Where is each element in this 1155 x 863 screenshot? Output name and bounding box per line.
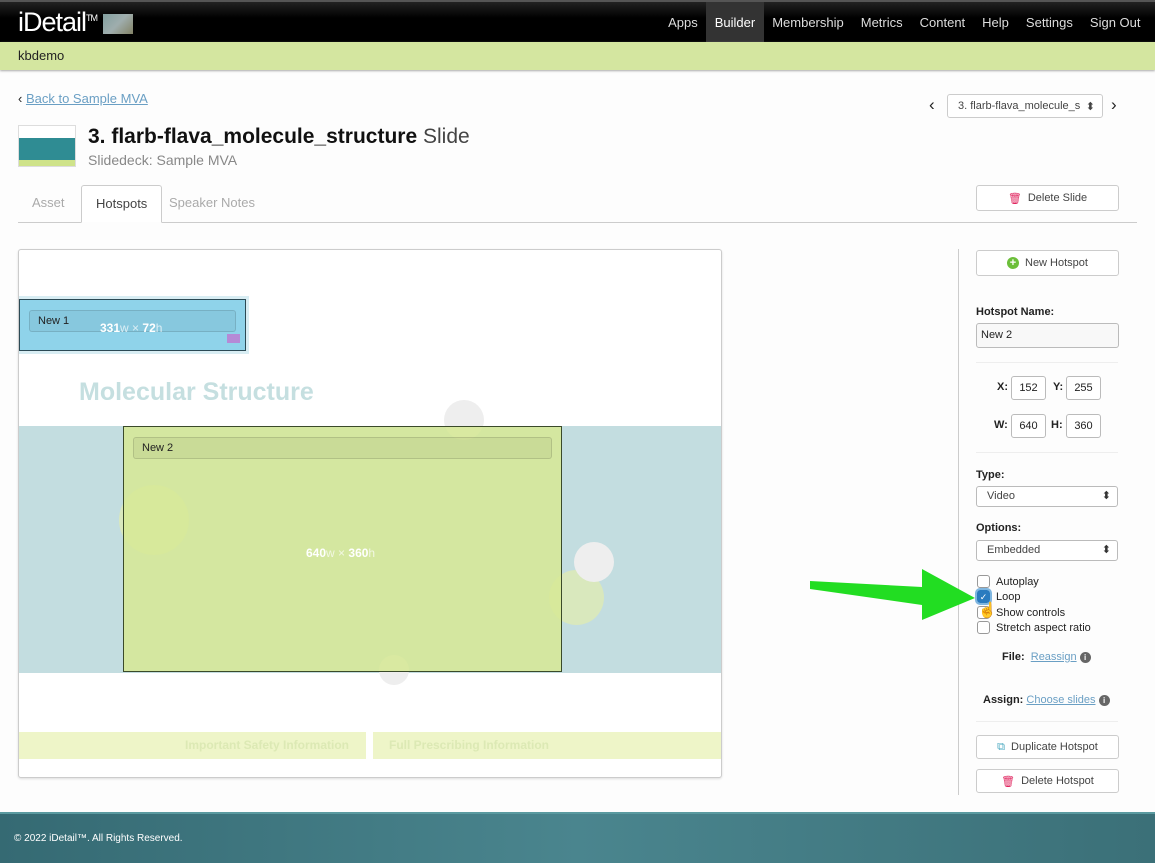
h-input[interactable]: 360: [1066, 414, 1101, 438]
delete-hotspot-button[interactable]: 🗑 Delete Hotspot: [976, 769, 1119, 793]
dim-w-unit: w: [120, 321, 129, 335]
prev-slide-button[interactable]: ‹: [929, 95, 935, 115]
logo[interactable]: iDetailTM: [18, 7, 98, 38]
select-arrows-icon: ⬍: [1085, 100, 1095, 113]
back-link[interactable]: ‹ Back to Sample MVA: [18, 91, 148, 106]
hotspot-label[interactable]: New 2: [133, 437, 552, 459]
file-label: File:: [1002, 651, 1025, 663]
copyright: © 2022 iDetail™. All Rights Reserved.: [14, 833, 183, 844]
plus-circle-icon: +: [1007, 257, 1019, 269]
account-name: kbdemo: [18, 48, 65, 63]
dim-h: 360: [348, 546, 369, 560]
file-row: File: Reassign i: [1002, 651, 1091, 663]
reassign-link[interactable]: Reassign: [1031, 651, 1077, 663]
stretch-aspect-label: Stretch aspect ratio: [996, 622, 1091, 634]
separator: [976, 721, 1118, 722]
nav-metrics[interactable]: Metrics: [852, 2, 911, 44]
choose-slides-link[interactable]: Choose slides: [1026, 694, 1095, 706]
title-suffix: Slide: [422, 125, 470, 148]
options-select[interactable]: Embedded: [976, 540, 1118, 561]
top-navbar: iDetailTM Apps Builder Membership Metric…: [0, 0, 1155, 44]
slide-name: 3. flarb-flava_molecule_structure: [88, 125, 418, 148]
molecule-atom: [574, 542, 614, 582]
footer: © 2022 iDetail™. All Rights Reserved.: [0, 812, 1155, 863]
slide-heading: Molecular Structure: [79, 378, 314, 406]
nav-menu: Apps Builder Membership Metrics Content …: [660, 2, 1155, 44]
green-arrow-annotation-icon: [810, 569, 975, 620]
new-hotspot-button[interactable]: + New Hotspot: [976, 250, 1119, 276]
slide-select-value: 3. flarb-flava_molecule_s: [958, 100, 1081, 112]
nav-apps[interactable]: Apps: [660, 2, 707, 44]
tab-speaker-notes[interactable]: Speaker Notes: [155, 185, 269, 223]
slide-thumbnail: [18, 125, 76, 167]
dim-w-unit: w: [326, 546, 335, 560]
resize-handle[interactable]: [227, 334, 240, 343]
separator: [976, 452, 1118, 453]
isi-bar: Important Safety Information: [19, 732, 366, 759]
nav-help[interactable]: Help: [974, 2, 1018, 44]
chevron-left-icon: ‹: [18, 91, 26, 106]
nav-builder[interactable]: Builder: [706, 2, 764, 44]
delete-slide-label: Delete Slide: [1027, 192, 1088, 204]
hotspot-new-2[interactable]: New 2 640w × 360h: [123, 426, 562, 672]
hand-cursor-icon: ☝: [978, 602, 997, 619]
delete-hotspot-label: Delete Hotspot: [1021, 775, 1094, 787]
page-title: 3. flarb-flava_molecule_structure Slide: [88, 125, 470, 149]
next-slide-button[interactable]: ›: [1111, 95, 1117, 115]
hotspot-new-1[interactable]: New 1 331w × 72h: [19, 296, 249, 354]
type-label: Type:: [976, 469, 1005, 481]
dim-h-unit: h: [155, 321, 163, 335]
nav-settings[interactable]: Settings: [1017, 2, 1081, 44]
panel-divider: [958, 249, 959, 795]
assign-row: Assign: Choose slides i: [983, 694, 1110, 706]
info-icon[interactable]: i: [1098, 694, 1110, 706]
slide-select[interactable]: 3. flarb-flava_molecule_s ⬍: [947, 94, 1103, 118]
type-select[interactable]: Video: [976, 486, 1118, 507]
dim-w: 331: [100, 321, 121, 335]
tab-bar: Asset Hotspots Speaker Notes: [18, 185, 1137, 223]
nav-content[interactable]: Content: [911, 2, 974, 44]
delete-slide-button[interactable]: 🗑 Delete Slide: [976, 185, 1119, 211]
account-bar: kbdemo: [0, 42, 1155, 70]
dim-h: 72: [142, 321, 156, 335]
x-input[interactable]: 152: [1011, 376, 1046, 400]
slidedeck-subtitle: Slidedeck: Sample MVA: [88, 152, 238, 168]
trash-icon: 🗑: [1001, 775, 1016, 788]
info-icon[interactable]: i: [1079, 651, 1091, 663]
duplicate-icon: ⧉: [997, 740, 1006, 753]
x-label: X:: [997, 381, 1008, 393]
autoplay-label: Autoplay: [996, 576, 1039, 588]
logo-tm: TM: [86, 13, 98, 23]
back-link-text[interactable]: Back to Sample MVA: [26, 91, 148, 106]
tab-asset[interactable]: Asset: [18, 185, 79, 223]
slide-canvas[interactable]: Molecular Structure Important Safety Inf…: [18, 249, 722, 778]
w-input[interactable]: 640: [1011, 414, 1046, 438]
hotspot-name-label: Hotspot Name:: [976, 306, 1055, 318]
duplicate-hotspot-button[interactable]: ⧉ Duplicate Hotspot: [976, 735, 1119, 759]
duplicate-hotspot-label: Duplicate Hotspot: [1011, 741, 1098, 753]
tab-hotspots[interactable]: Hotspots: [81, 185, 163, 223]
y-label: Y:: [1053, 381, 1064, 393]
y-input[interactable]: 255: [1066, 376, 1101, 400]
hotspot-dimensions: 640w × 360h: [306, 546, 376, 560]
new-hotspot-label: New Hotspot: [1025, 257, 1088, 269]
hotspot-name-input[interactable]: New 2: [976, 323, 1119, 348]
stretch-aspect-checkbox[interactable]: [977, 621, 990, 634]
loop-label: Loop: [996, 591, 1021, 603]
options-label: Options:: [976, 522, 1022, 534]
logo-text: iDetail: [18, 7, 87, 37]
w-label: W:: [994, 419, 1008, 431]
trash-icon: 🗑: [1007, 192, 1022, 205]
pi-bar: Full Prescribing Information: [373, 732, 721, 759]
show-controls-label: Show controls: [996, 607, 1066, 619]
nav-sign-out[interactable]: Sign Out: [1081, 2, 1149, 44]
h-label: H:: [1051, 419, 1063, 431]
logo-mark-icon: [103, 14, 133, 34]
hotspot-dimensions: 331w × 72h: [100, 321, 163, 335]
assign-label: Assign:: [983, 694, 1024, 706]
nav-membership[interactable]: Membership: [764, 2, 853, 44]
separator: [976, 362, 1118, 363]
dim-h-unit: h: [368, 546, 376, 560]
dim-w: 640: [306, 546, 327, 560]
